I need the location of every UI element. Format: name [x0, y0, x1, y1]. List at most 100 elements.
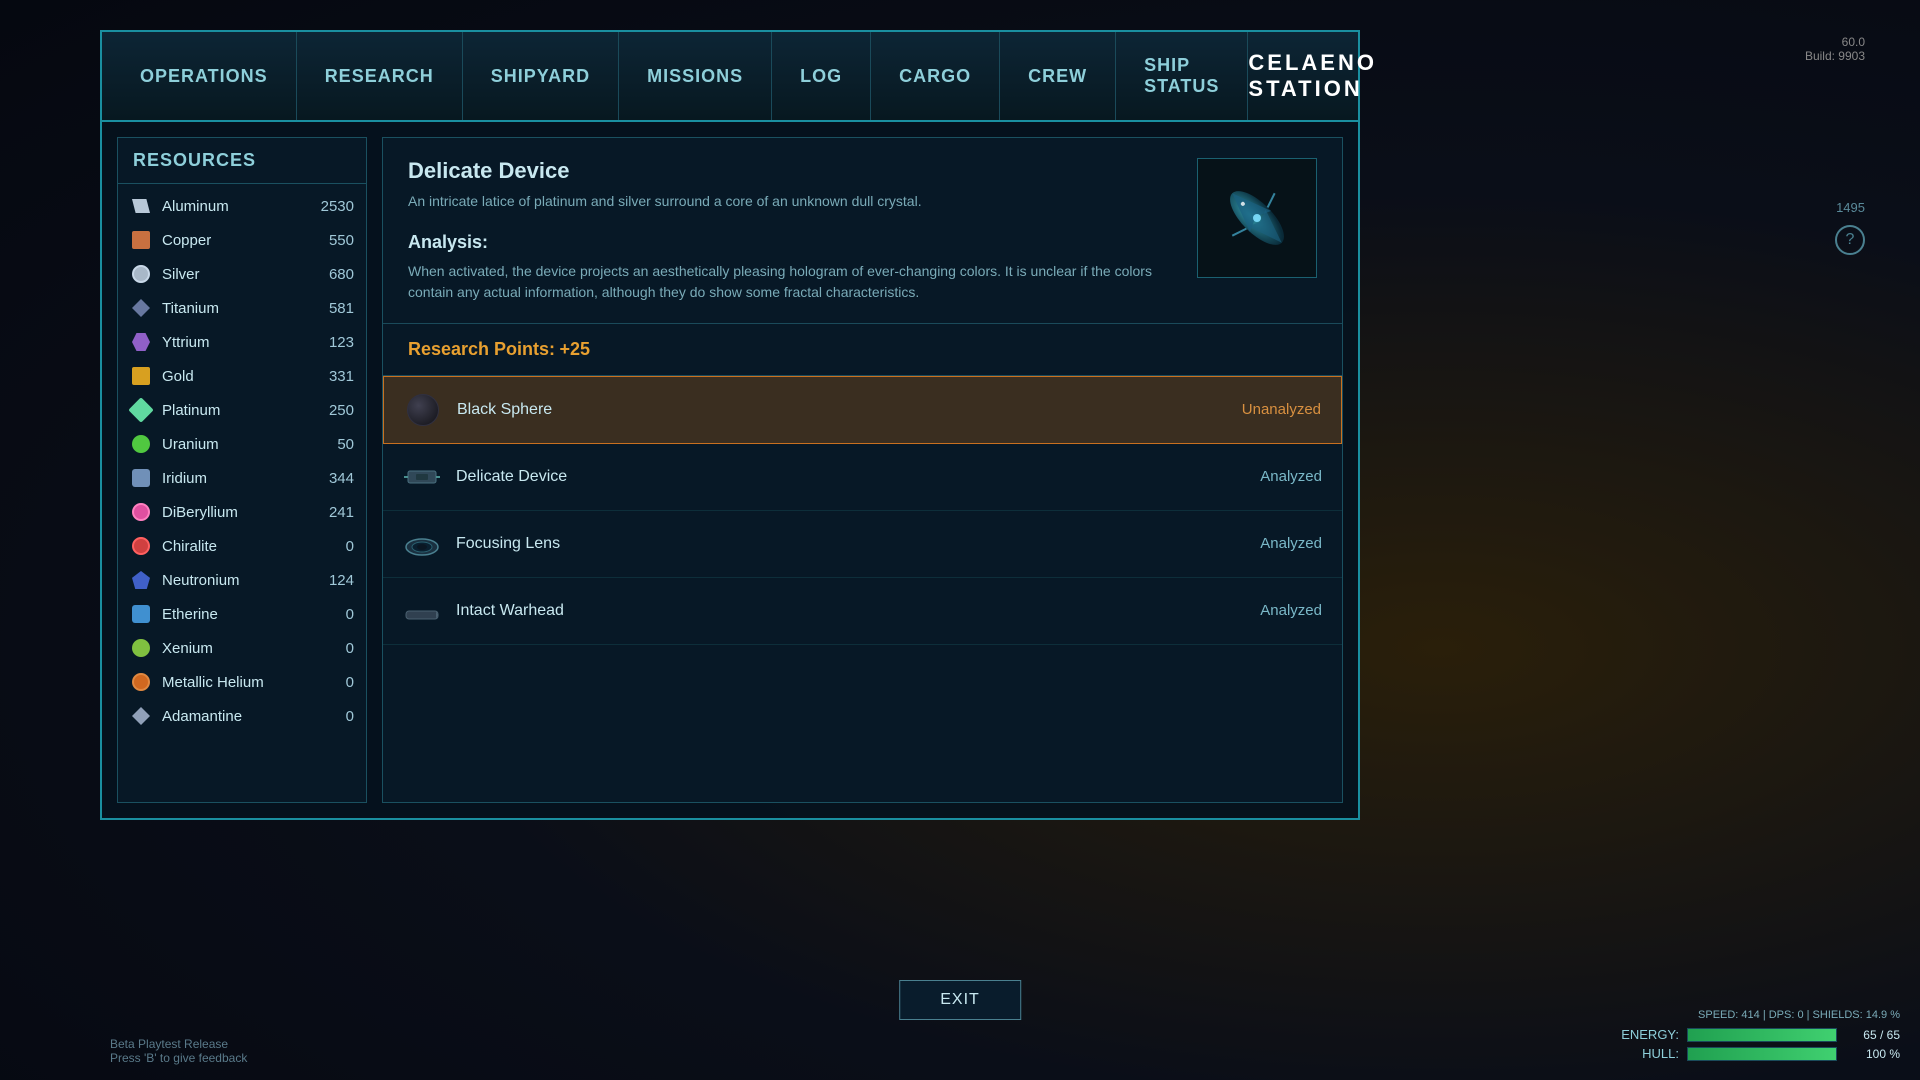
- resource-item-copper[interactable]: Copper 550: [118, 223, 366, 257]
- list-item-delicate-device[interactable]: Delicate Device Analyzed: [383, 444, 1342, 511]
- resource-icon-silver: [130, 263, 152, 285]
- resource-item-adamantine[interactable]: Adamantine 0: [118, 699, 366, 733]
- analysis-text: When activated, the device projects an a…: [408, 261, 1177, 303]
- resource-icon-diberyllium: [130, 501, 152, 523]
- fps-display: 60.0: [1805, 35, 1865, 49]
- delicate-device-icon: [404, 459, 440, 495]
- resource-name-gold: Gold: [162, 368, 304, 385]
- energy-label: ENERGY:: [1621, 1027, 1679, 1042]
- list-item-icon-focusing-lens: [403, 525, 441, 563]
- list-item-icon-intact-warhead: [403, 592, 441, 630]
- resource-icon-etherine: [130, 603, 152, 625]
- build-display: Build: 9903: [1805, 49, 1865, 63]
- resource-list: Aluminum 2530 Copper 550 Silver 680 Tita…: [118, 184, 366, 738]
- resource-item-yttrium[interactable]: Yttrium 123: [118, 325, 366, 359]
- side-panel-right: 1495 ?: [1835, 200, 1865, 255]
- item-detail: Delicate Device An intricate latice of p…: [383, 138, 1342, 324]
- resource-amount-platinum: 250: [314, 402, 354, 419]
- resource-name-metallic-helium: Metallic Helium: [162, 674, 304, 691]
- resource-icon-xenium: [130, 637, 152, 659]
- content-area: Resources Aluminum 2530 Copper 550 Silve…: [102, 122, 1358, 818]
- resource-item-iridium[interactable]: Iridium 344: [118, 461, 366, 495]
- resource-item-diberyllium[interactable]: DiBeryllium 241: [118, 495, 366, 529]
- tab-shipyard[interactable]: Shipyard: [463, 32, 619, 120]
- energy-bar-bg: [1687, 1028, 1837, 1042]
- help-button[interactable]: ?: [1835, 225, 1865, 255]
- hull-value: 100 %: [1845, 1047, 1900, 1061]
- black-sphere-icon: [407, 394, 439, 426]
- research-points-bar: Research Points: +25: [383, 324, 1342, 376]
- resource-item-xenium[interactable]: Xenium 0: [118, 631, 366, 665]
- resources-title: Resources: [118, 138, 366, 184]
- hull-status-row: HULL: 100 %: [1621, 1046, 1900, 1061]
- resource-icon-gold: [130, 365, 152, 387]
- tab-crew[interactable]: Crew: [1000, 32, 1116, 120]
- list-item-status-delicate-device: Analyzed: [1222, 468, 1322, 485]
- tab-cargo[interactable]: Cargo: [871, 32, 1000, 120]
- resource-name-silver: Silver: [162, 266, 304, 283]
- tab-log[interactable]: Log: [772, 32, 871, 120]
- resource-icon-iridium: [130, 467, 152, 489]
- resource-name-uranium: Uranium: [162, 436, 304, 453]
- tab-ship-status[interactable]: Ship Status: [1116, 32, 1248, 120]
- hull-bar-bg: [1687, 1047, 1837, 1061]
- resource-amount-xenium: 0: [314, 640, 354, 657]
- resource-icon-chiralite: [130, 535, 152, 557]
- resource-item-uranium[interactable]: Uranium 50: [118, 427, 366, 461]
- resource-item-aluminum[interactable]: Aluminum 2530: [118, 189, 366, 223]
- resource-icon-aluminum: [130, 195, 152, 217]
- hull-label: HULL:: [1624, 1046, 1679, 1061]
- research-points-label: Research Points:: [408, 339, 555, 359]
- exit-button[interactable]: Exit: [899, 980, 1021, 1020]
- top-stats: 60.0 Build: 9903: [1805, 35, 1865, 63]
- resource-name-adamantine: Adamantine: [162, 708, 304, 725]
- tab-operations[interactable]: Operations: [112, 32, 297, 120]
- resource-item-metallic-helium[interactable]: Metallic Helium 0: [118, 665, 366, 699]
- resource-item-platinum[interactable]: Platinum 250: [118, 393, 366, 427]
- item-image: [1197, 158, 1317, 278]
- resource-icon-titanium: [130, 297, 152, 319]
- resource-icon-uranium: [130, 433, 152, 455]
- nav-bar: Operations Research Shipyard Missions Lo…: [102, 32, 1358, 122]
- resource-amount-silver: 680: [314, 266, 354, 283]
- resource-item-neutronium[interactable]: Neutronium 124: [118, 563, 366, 597]
- resource-amount-neutronium: 124: [314, 572, 354, 589]
- item-image-svg: [1197, 158, 1317, 278]
- list-item-status-black-sphere: Unanalyzed: [1221, 401, 1321, 418]
- resource-amount-titanium: 581: [314, 300, 354, 317]
- item-detail-description: An intricate latice of platinum and silv…: [408, 192, 1177, 212]
- resource-name-iridium: Iridium: [162, 470, 304, 487]
- resource-name-titanium: Titanium: [162, 300, 304, 317]
- main-panel: Delicate Device An intricate latice of p…: [382, 137, 1343, 803]
- resource-item-chiralite[interactable]: Chiralite 0: [118, 529, 366, 563]
- resource-item-silver[interactable]: Silver 680: [118, 257, 366, 291]
- station-title: CELAENO STATION: [1248, 50, 1397, 102]
- resource-amount-iridium: 344: [314, 470, 354, 487]
- list-item-focusing-lens[interactable]: Focusing Lens Analyzed: [383, 511, 1342, 578]
- resource-amount-aluminum: 2530: [314, 198, 354, 215]
- resource-item-titanium[interactable]: Titanium 581: [118, 291, 366, 325]
- resource-item-etherine[interactable]: Etherine 0: [118, 597, 366, 631]
- energy-value: 65 / 65: [1845, 1028, 1900, 1042]
- hull-bar-fill: [1688, 1048, 1836, 1060]
- list-item-black-sphere[interactable]: Black Sphere Unanalyzed: [383, 376, 1342, 444]
- list-item-name-black-sphere: Black Sphere: [457, 401, 1206, 419]
- tab-missions[interactable]: Missions: [619, 32, 772, 120]
- resource-name-yttrium: Yttrium: [162, 334, 304, 351]
- beta-line2: Press 'B' to give feedback: [110, 1051, 247, 1065]
- list-item-name-delicate-device: Delicate Device: [456, 468, 1207, 486]
- tab-research[interactable]: Research: [297, 32, 463, 120]
- resource-icon-adamantine: [130, 705, 152, 727]
- game-window: Operations Research Shipyard Missions Lo…: [100, 30, 1360, 820]
- analysis-title: Analysis:: [408, 232, 1177, 253]
- list-item-name-intact-warhead: Intact Warhead: [456, 602, 1207, 620]
- item-detail-text: Delicate Device An intricate latice of p…: [408, 158, 1177, 303]
- analysis-section: Analysis: When activated, the device pro…: [408, 232, 1177, 303]
- research-points-value: +25: [560, 339, 591, 359]
- list-item-icon-delicate-device: [403, 458, 441, 496]
- list-item-intact-warhead[interactable]: Intact Warhead Analyzed: [383, 578, 1342, 645]
- list-item-name-focusing-lens: Focusing Lens: [456, 535, 1207, 553]
- resource-item-gold[interactable]: Gold 331: [118, 359, 366, 393]
- energy-status-row: ENERGY: 65 / 65: [1621, 1027, 1900, 1042]
- item-detail-title: Delicate Device: [408, 158, 1177, 184]
